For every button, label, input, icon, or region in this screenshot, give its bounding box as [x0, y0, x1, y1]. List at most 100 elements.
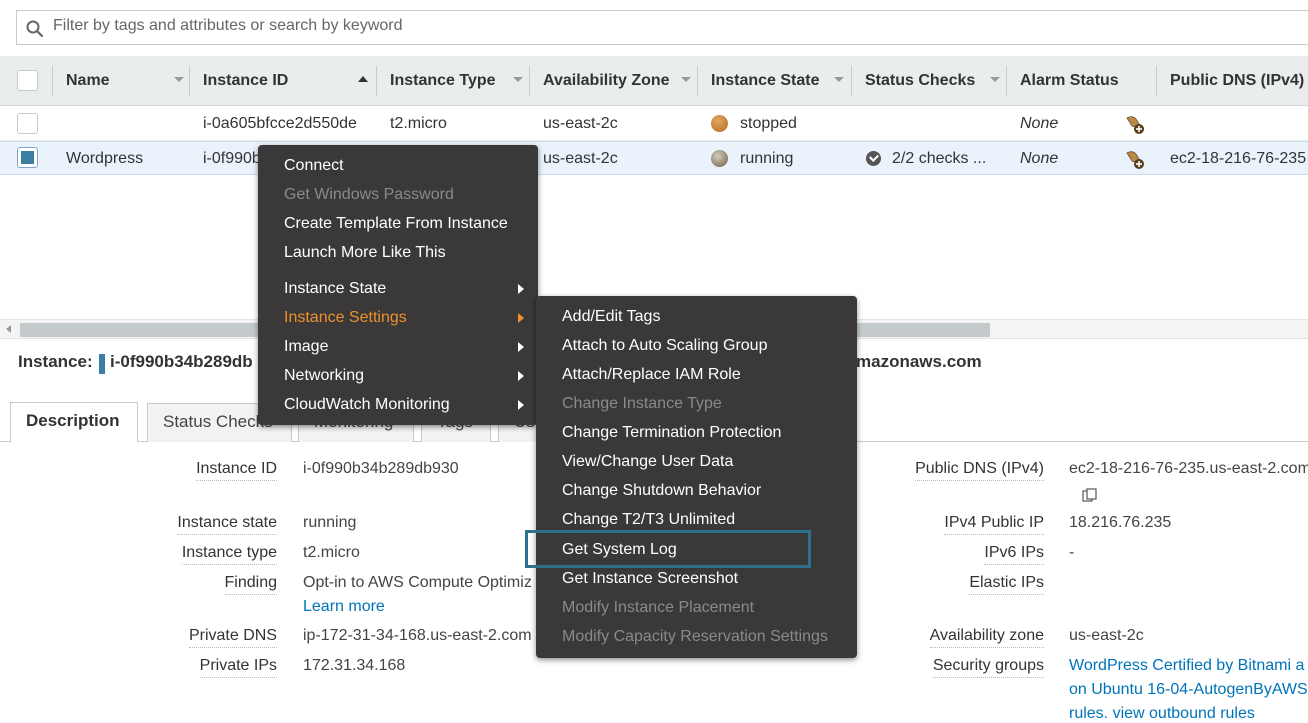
sort-asc-icon[interactable] — [358, 76, 368, 82]
submenu-item-attach-iam-role[interactable]: Attach/Replace IAM Role — [536, 360, 857, 389]
search-icon — [26, 20, 44, 38]
search-input[interactable] — [53, 17, 853, 35]
submenu-item-instance-screenshot[interactable]: Get Instance Screenshot — [536, 564, 857, 593]
chevron-right-icon — [518, 400, 524, 410]
value-finding: Opt-in to AWS Compute Optimiz — [303, 574, 532, 591]
submenu-item-attach-auto-scaling[interactable]: Attach to Auto Scaling Group — [536, 331, 857, 360]
alarm-bell-add-icon[interactable] — [1124, 113, 1146, 135]
cell-alarm: None — [1020, 150, 1059, 167]
instance-dns-title: mazonaws.com — [856, 352, 982, 371]
menu-item-image[interactable]: Image — [258, 332, 538, 361]
value-public-dns: ec2-18-216-76-235.us-east-2.com — [1069, 460, 1308, 477]
copy-icon[interactable] — [1082, 488, 1098, 502]
cell-alarm: None — [1020, 115, 1059, 132]
table-row-selected[interactable]: Wordpress i-0f990b us-east-2c running 2/… — [0, 141, 1308, 175]
submenu-item-termination-protection[interactable]: Change Termination Protection — [536, 418, 857, 447]
submenu-item-modify-placement: Modify Instance Placement — [562, 599, 755, 616]
cell-name: Wordpress — [66, 150, 144, 167]
chevron-right-icon — [518, 371, 524, 381]
row-checkbox-checked[interactable] — [17, 147, 38, 168]
security-group-link-line3[interactable]: rules. view outbound rules — [1069, 705, 1255, 723]
cell-instance-type: t2.micro — [390, 115, 447, 132]
value-ipv6-ips: - — [1069, 544, 1075, 561]
column-header-alarm-status[interactable]: Alarm Status — [1020, 56, 1119, 106]
column-header-instance-type[interactable]: Instance Type — [390, 56, 496, 106]
label-public-dns: Public DNS (IPv4) — [915, 460, 1044, 481]
cell-public-dns: ec2-18-216-76-235 — [1170, 150, 1307, 167]
menu-item-create-template[interactable]: Create Template From Instance — [258, 209, 538, 238]
column-header-instance-id[interactable]: Instance ID — [203, 56, 288, 106]
security-group-link[interactable]: WordPress Certified by Bitnami a — [1069, 657, 1304, 675]
learn-more-link[interactable]: Learn more — [303, 598, 385, 616]
submenu-item-change-instance-type: Change Instance Type — [562, 395, 722, 412]
column-header-availability-zone[interactable]: Availability Zone — [543, 56, 670, 106]
column-header-public-dns[interactable]: Public DNS (IPv4) — [1170, 56, 1304, 106]
label-private-dns: Private DNS — [188, 627, 277, 648]
search-bar[interactable] — [16, 10, 1308, 45]
menu-item-instance-settings[interactable]: Instance Settings — [258, 303, 538, 332]
cell-zone: us-east-2c — [543, 115, 618, 132]
label-security-groups: Security groups — [932, 657, 1044, 678]
instance-marker — [99, 354, 105, 374]
sort-icon[interactable] — [681, 77, 691, 82]
cell-instance-id: i-0a605bfcce2d550de — [203, 115, 357, 132]
value-availability-zone: us-east-2c — [1069, 627, 1144, 644]
menu-item-launch-more[interactable]: Launch More Like This — [258, 238, 538, 267]
security-group-link-line2[interactable]: on Ubuntu 16-04-AutogenByAWS — [1069, 681, 1308, 699]
value-private-ips: 172.31.34.168 — [303, 657, 406, 674]
row-checkbox[interactable] — [17, 113, 38, 134]
column-header-instance-state[interactable]: Instance State — [711, 56, 819, 106]
value-ipv4-public-ip: 18.216.76.235 — [1069, 514, 1172, 531]
running-state-icon — [711, 150, 728, 167]
value-instance-type: t2.micro — [303, 544, 360, 561]
check-icon — [866, 151, 881, 166]
label-availability-zone: Availability zone — [929, 627, 1044, 648]
label-instance-state: Instance state — [177, 514, 277, 535]
label-private-ips: Private IPs — [199, 657, 277, 678]
instance-label: Instance: — [18, 352, 93, 371]
chevron-right-icon — [518, 313, 524, 323]
submenu-item-user-data[interactable]: View/Change User Data — [536, 447, 857, 476]
value-instance-state: running — [303, 514, 357, 531]
tab-description[interactable]: Description — [10, 402, 138, 442]
submenu-item-add-edit-tags[interactable]: Add/Edit Tags — [536, 302, 857, 331]
table-row[interactable]: i-0a605bfcce2d550de t2.micro us-east-2c … — [0, 107, 1308, 141]
highlight-box — [525, 530, 811, 568]
label-ipv6-ips: IPv6 IPs — [984, 544, 1044, 565]
sort-icon[interactable] — [990, 77, 1000, 82]
chevron-right-icon — [518, 284, 524, 294]
cell-state: running — [740, 150, 794, 167]
submenu-item-shutdown-behavior[interactable]: Change Shutdown Behavior — [536, 476, 857, 505]
menu-item-get-windows-password: Get Windows Password — [284, 186, 454, 203]
stopped-state-icon — [711, 115, 728, 132]
menu-item-instance-state[interactable]: Instance State — [258, 274, 538, 303]
submenu-item-modify-capacity-reservation: Modify Capacity Reservation Settings — [562, 628, 828, 645]
instance-settings-submenu: Add/Edit Tags Attach to Auto Scaling Gro… — [536, 296, 857, 658]
cell-instance-id: i-0f990b — [203, 150, 261, 167]
label-instance-type: Instance type — [181, 544, 277, 565]
chevron-right-icon — [518, 342, 524, 352]
scroll-left-icon[interactable] — [6, 325, 11, 333]
label-ipv4-public-ip: IPv4 Public IP — [944, 514, 1044, 535]
column-header-status-checks[interactable]: Status Checks — [865, 56, 975, 106]
cell-zone: us-east-2c — [543, 150, 618, 167]
value-instance-id: i-0f990b34b289db930 — [303, 460, 459, 477]
value-private-dns: ip-172-31-34-168.us-east-2.com — [303, 627, 532, 644]
column-header-name[interactable]: Name — [66, 56, 110, 106]
select-all-checkbox[interactable] — [17, 70, 38, 91]
label-elastic-ips: Elastic IPs — [969, 574, 1044, 595]
cell-state: stopped — [740, 115, 797, 132]
label-instance-id: Instance ID — [196, 460, 277, 481]
instance-id-title: i-0f990b34b289db — [110, 352, 253, 371]
sort-icon[interactable] — [834, 77, 844, 82]
context-menu: Connect Get Windows Password Create Temp… — [258, 145, 538, 425]
menu-item-networking[interactable]: Networking — [258, 361, 538, 390]
cell-status-checks: 2/2 checks ... — [892, 150, 987, 167]
sort-icon[interactable] — [513, 77, 523, 82]
menu-item-connect[interactable]: Connect — [258, 151, 538, 180]
label-finding: Finding — [224, 574, 277, 595]
table-header: Name Instance ID Instance Type Availabil… — [0, 56, 1308, 106]
sort-icon[interactable] — [174, 77, 184, 82]
alarm-bell-add-icon[interactable] — [1124, 148, 1146, 170]
menu-item-cloudwatch-monitoring[interactable]: CloudWatch Monitoring — [258, 390, 538, 419]
